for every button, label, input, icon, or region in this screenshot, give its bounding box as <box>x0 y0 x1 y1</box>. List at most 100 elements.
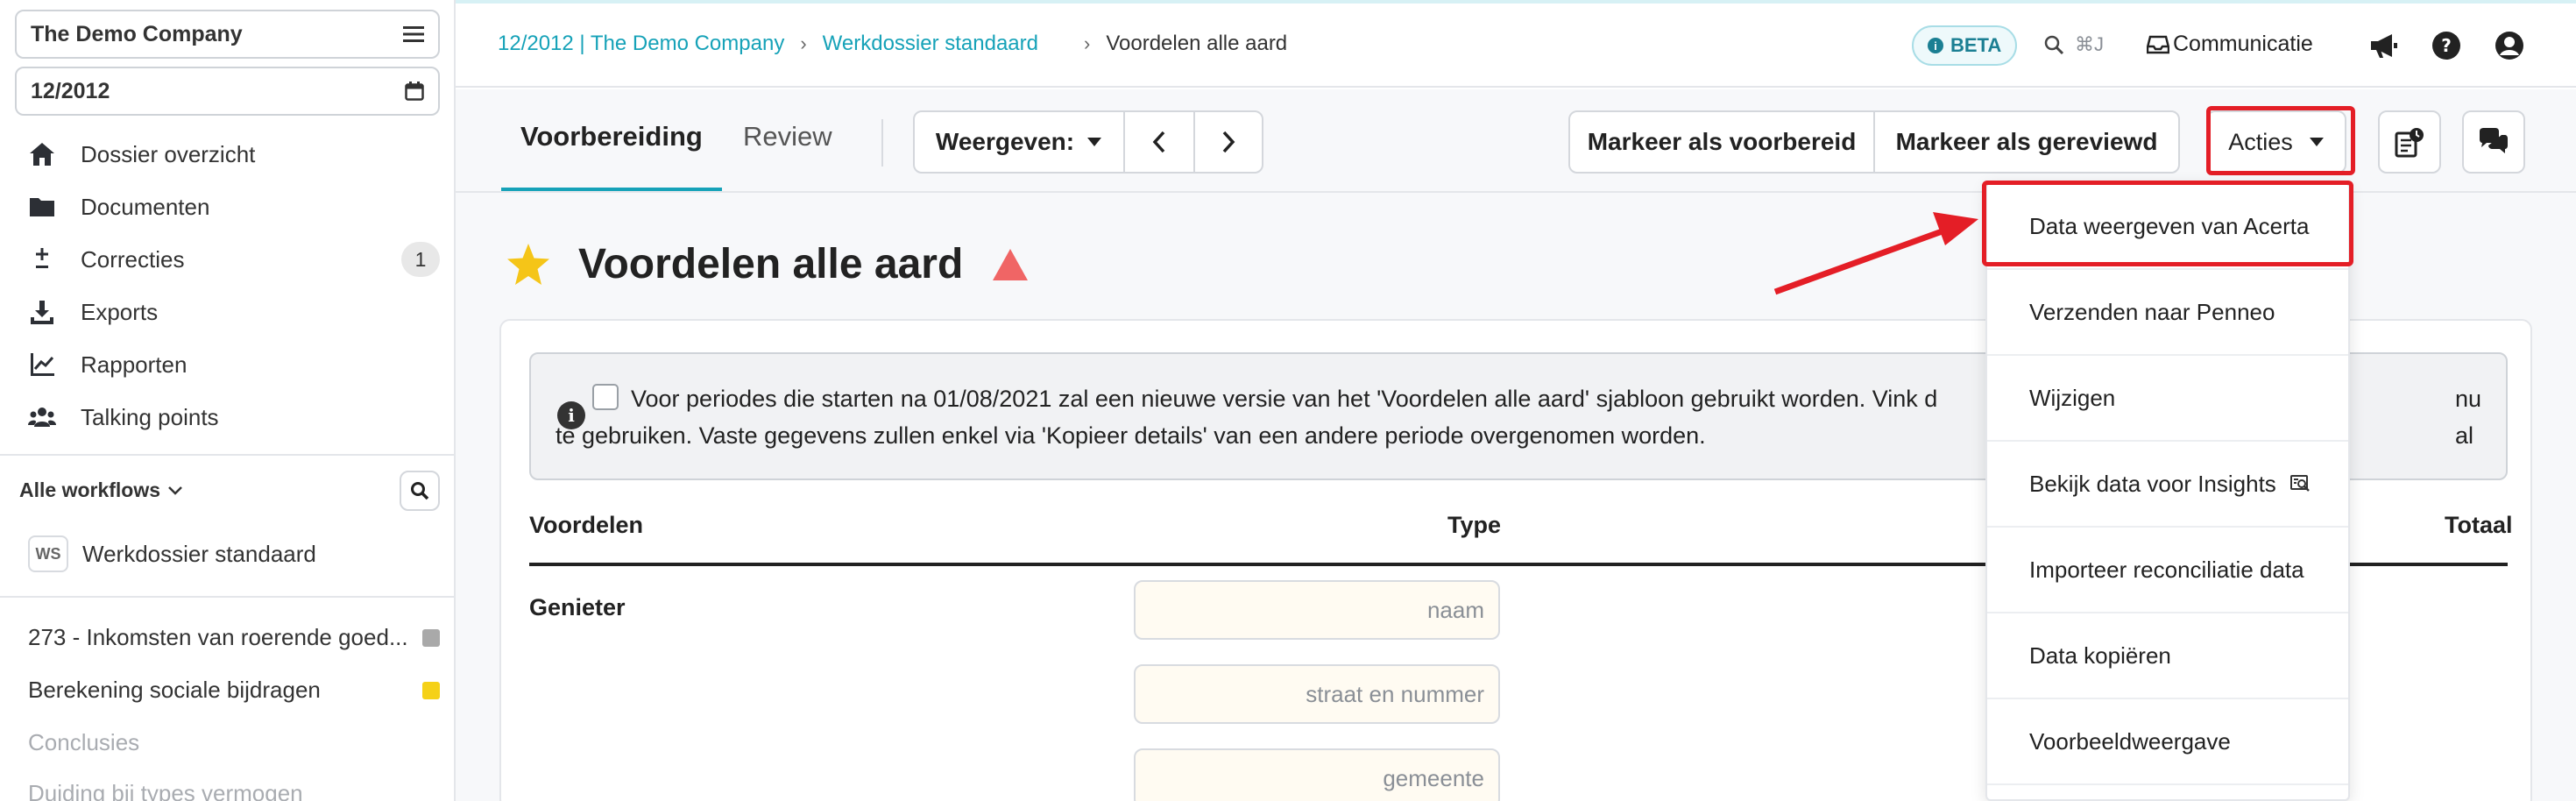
menu-item-label: Bekijk data voor Insights <box>2029 470 2276 497</box>
workflow-werkdossier-standaard[interactable]: WS Werkdossier standaard <box>28 535 316 572</box>
sidebar-divider <box>0 454 454 456</box>
nav-label: Talking points <box>81 403 219 430</box>
next-button[interactable] <box>1193 112 1262 172</box>
menu-item-label: Voorbeeldweergave <box>2029 727 2231 755</box>
column-header-totaal: Totaal <box>2445 512 2513 538</box>
mark-prepared-button[interactable]: Markeer als voorbereid <box>1570 112 1873 172</box>
beta-badge[interactable]: i BETA <box>1912 25 2018 66</box>
column-header-voordelen: Voordelen <box>529 512 644 538</box>
breadcrumb-dossier[interactable]: 12/2012 | The Demo Company <box>498 32 784 56</box>
comments-icon <box>2480 128 2508 153</box>
notice-text-1: Voor periodes die starten na 01/08/2021 … <box>631 386 1938 412</box>
users-icon <box>28 408 56 427</box>
breadcrumb-current: Voordelen alle aard <box>1106 32 1288 55</box>
history-button[interactable] <box>2378 110 2441 174</box>
menu-item-insights[interactable]: Bekijk data voor Insights <box>1987 442 2348 528</box>
active-tab-indicator <box>501 188 722 191</box>
beta-label: BETA <box>1950 34 2002 56</box>
workflow-search-button[interactable] <box>400 471 440 511</box>
naam-input[interactable]: naam <box>1134 580 1500 640</box>
help-icon[interactable]: ? <box>2431 30 2462 61</box>
menu-item-data-kopieren[interactable]: Data kopiëren <box>1987 613 2348 699</box>
search-icon <box>2044 35 2064 55</box>
gemeente-input[interactable]: gemeente <box>1134 748 1500 801</box>
nav-label: Exports <box>81 298 159 325</box>
page-title-text: Voordelen alle aard <box>578 241 964 287</box>
status-indicator <box>422 681 440 699</box>
acties-highlight-box <box>2206 106 2355 175</box>
comments-button[interactable] <box>2462 110 2525 174</box>
menu-item-wijzigen[interactable]: Wijzigen <box>1987 356 2348 442</box>
chevron-left-icon <box>1152 131 1165 153</box>
menu-item-label: Importeer reconciliatie data <box>2029 556 2304 583</box>
notice-text-2: te gebruiken. Vaste gegevens zullen enke… <box>556 422 1706 449</box>
nav-dossier-overzicht[interactable]: Dossier overzicht <box>28 137 440 172</box>
menu-item-voorbeeldweergave[interactable]: Voorbeeldweergave <box>1987 699 2348 785</box>
nav-rapporten[interactable]: Rapporten <box>28 347 440 382</box>
workflows-filter[interactable]: Alle workflows <box>19 478 183 502</box>
nav-label: Dossier overzicht <box>81 140 256 167</box>
nav-label: Documenten <box>81 193 210 220</box>
correcties-count-badge: 1 <box>401 242 440 277</box>
nav-talking-points[interactable]: Talking points <box>28 400 440 435</box>
communicatie-button[interactable]: Communicatie <box>2147 32 2313 57</box>
company-name: The Demo Company <box>31 21 243 46</box>
view-controls: Weergeven: <box>913 110 1263 174</box>
task-item[interactable]: Duiding bij types vermogen <box>28 780 440 801</box>
menu-item-label: Verzenden naar Penneo <box>2029 298 2275 325</box>
menu-item-label: Data kopiëren <box>2029 642 2171 669</box>
task-item[interactable]: Conclusies <box>28 729 440 756</box>
user-avatar-icon[interactable] <box>2494 30 2525 61</box>
task-label: Duiding bij types vermogen <box>28 780 303 801</box>
warning-triangle-icon <box>993 248 1029 280</box>
tab-voorbereiding[interactable]: Voorbereiding <box>520 121 703 152</box>
previous-button[interactable] <box>1123 112 1193 172</box>
nav-label: Rapporten <box>81 351 188 378</box>
sidebar-divider <box>0 596 454 598</box>
mark-prepared-label: Markeer als voorbereid <box>1587 128 1857 155</box>
task-item[interactable]: Berekening sociale bijdragen <box>28 677 440 704</box>
genieter-label: Genieter <box>529 594 626 620</box>
workflow-badge: WS <box>28 535 68 572</box>
workflows-label: Alle workflows <box>19 478 161 501</box>
chevron-right-icon: › <box>1084 32 1091 54</box>
task-label: 273 - Inkomsten van roerende goed... <box>28 624 408 650</box>
weergeven-dropdown[interactable]: Weergeven: <box>915 112 1123 172</box>
mark-status-group: Markeer als voorbereid Markeer als gerev… <box>1568 110 2180 174</box>
period-selector[interactable]: 12/2012 <box>15 67 440 116</box>
company-selector[interactable]: The Demo Company <box>15 10 440 59</box>
star-icon[interactable] <box>505 242 552 287</box>
chevron-down-icon <box>168 486 182 495</box>
megaphone-icon[interactable] <box>2367 30 2399 61</box>
shortcut-hint: ⌘J <box>2075 33 2104 55</box>
menu-item-penneo[interactable]: Verzenden naar Penneo <box>1987 270 2348 356</box>
breadcrumb: 12/2012 | The Demo Company › Werkdossier… <box>498 32 1287 56</box>
menu-highlight-box <box>1982 181 2353 266</box>
folder-icon <box>30 198 54 216</box>
nav-label: Correcties <box>81 245 185 273</box>
caret-down-icon <box>1087 138 1102 146</box>
svg-text:?: ? <box>2441 35 2452 56</box>
command-search-button[interactable]: ⌘J <box>2043 33 2104 56</box>
breadcrumb-workflow[interactable]: Werkdossier standaard <box>823 32 1038 56</box>
mark-reviewed-button[interactable]: Markeer als gereviewd <box>1873 112 2178 172</box>
task-item[interactable]: 273 - Inkomsten van roerende goed... <box>28 624 440 651</box>
inbox-icon <box>2147 35 2169 53</box>
placeholder-gemeente: gemeente <box>1383 764 1484 791</box>
straat-input[interactable]: straat en nummer <box>1134 664 1500 724</box>
info-icon: i <box>557 401 585 429</box>
calendar-icon[interactable] <box>405 82 424 101</box>
new-version-checkbox[interactable] <box>592 384 619 410</box>
task-label: Berekening sociale bijdragen <box>28 677 321 703</box>
document-clock-icon <box>2395 128 2424 158</box>
nav-correcties[interactable]: Correcties 1 <box>28 242 440 277</box>
nav-documenten[interactable]: Documenten <box>28 189 440 224</box>
tab-review[interactable]: Review <box>743 121 832 152</box>
nav-exports[interactable]: Exports <box>28 294 440 330</box>
notice-text-1-end: nu al <box>2455 386 2482 449</box>
chart-line-icon <box>31 353 54 376</box>
status-indicator <box>422 628 440 647</box>
menu-item-reconciliatie[interactable]: Importeer reconciliatie data <box>1987 528 2348 613</box>
hamburger-icon[interactable] <box>403 25 424 43</box>
column-header-type: Type <box>1447 512 1502 538</box>
